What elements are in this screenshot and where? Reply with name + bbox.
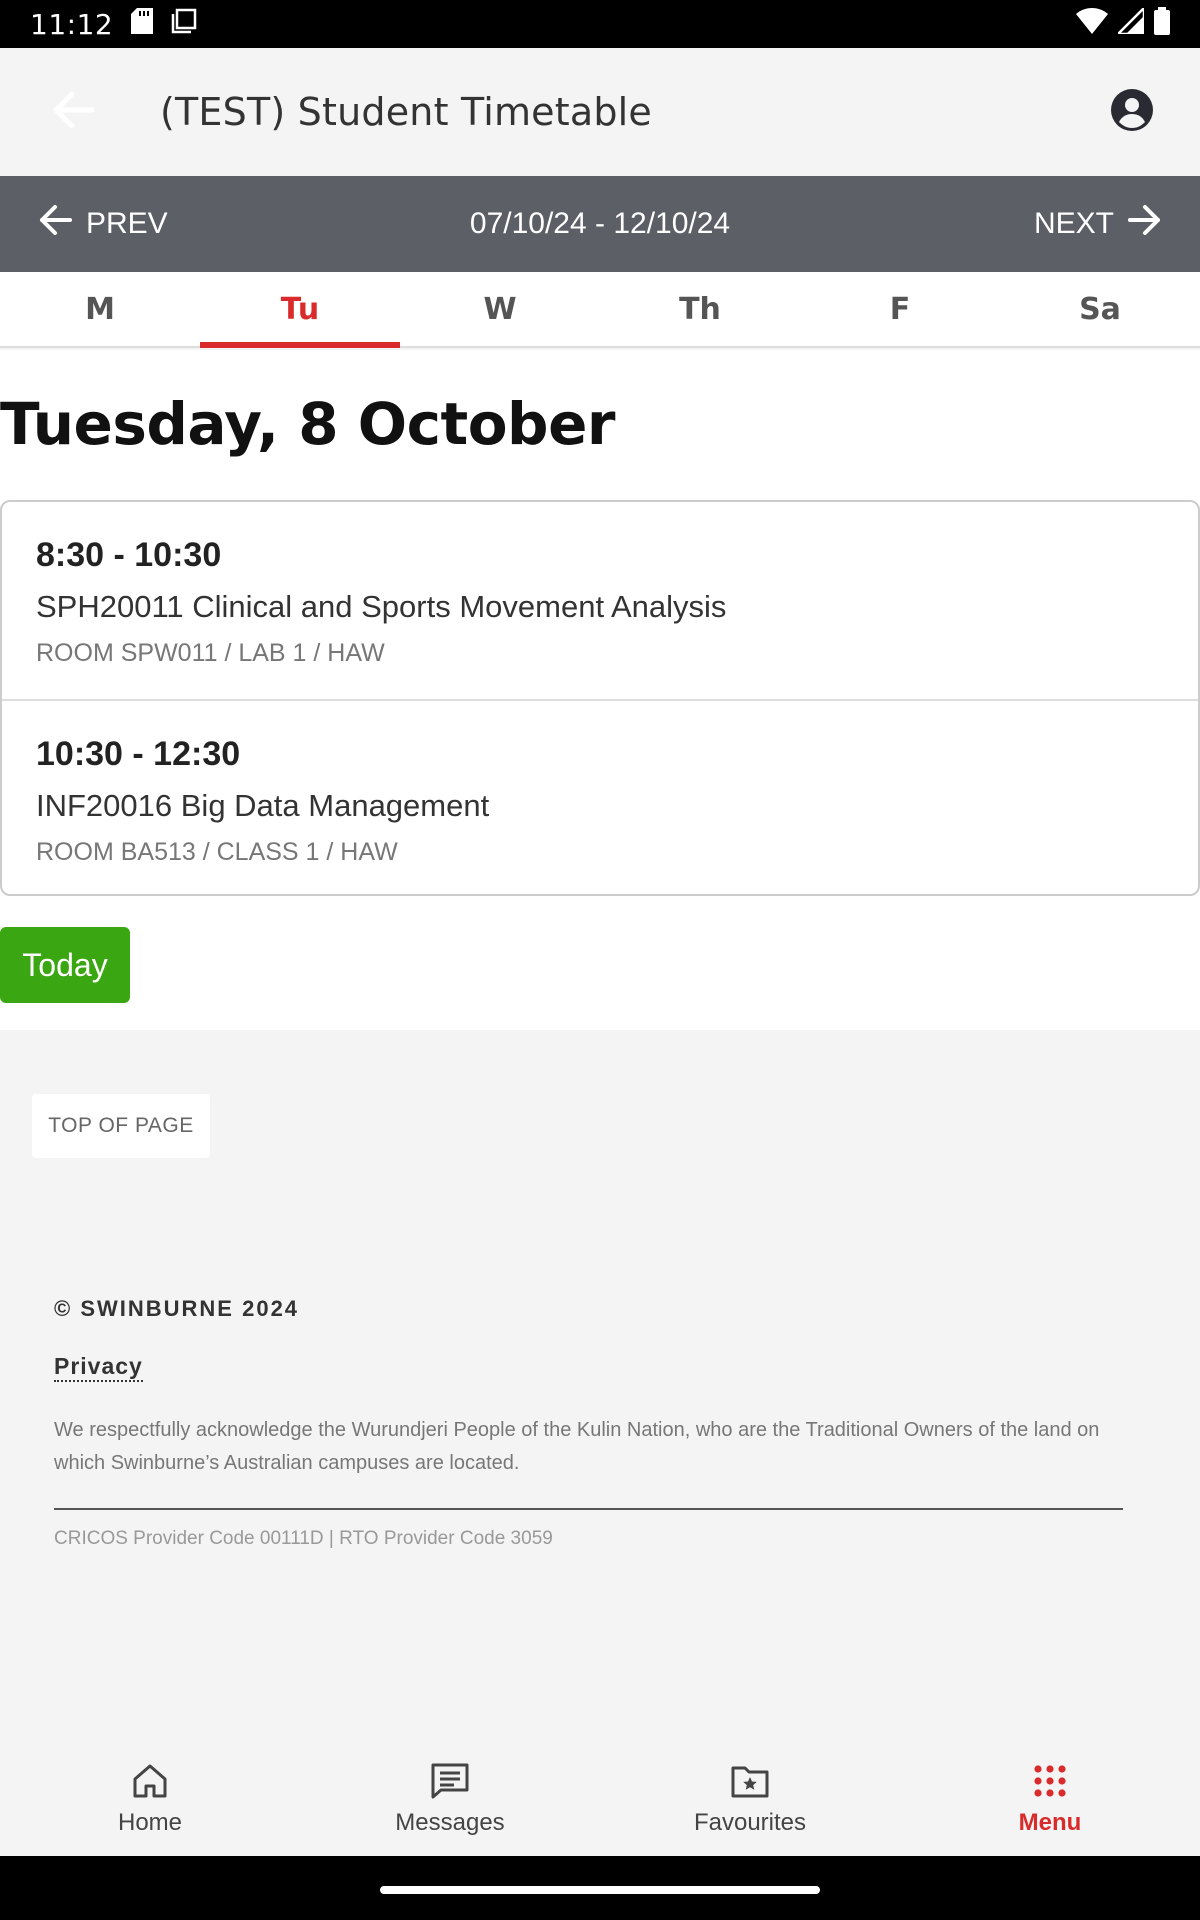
footer: TOP OF PAGE © SWINBURNE 2024 Privacy We … [0,1030,1200,1750]
back-button[interactable] [32,72,112,152]
today-button[interactable]: Today [0,927,130,1003]
timetable-content: Tuesday, 8 October 8:30 - 10:30 SPH20011… [0,350,1200,1030]
top-of-page-button[interactable]: TOP OF PAGE [32,1094,210,1158]
sd-card-icon [131,7,154,41]
session-list: 8:30 - 10:30 SPH20011 Clinical and Sport… [0,500,1200,896]
nav-favourites-label: Favourites [693,1809,807,1836]
session-title: INF20016 Big Data Management [36,788,490,823]
nav-favourites[interactable]: Favourites [600,1740,900,1856]
status-bar: 11:12 [0,0,1200,48]
nav-messages-label: Messages [395,1809,505,1836]
arrow-right-icon [1128,204,1162,244]
tab-wednesday[interactable]: W [400,272,600,346]
nav-home[interactable]: Home [0,1740,300,1856]
prev-week-button[interactable]: PREV [38,204,168,244]
session-title: SPH20011 Clinical and Sports Movement An… [36,589,727,624]
prev-week-label: PREV [86,207,168,240]
tab-saturday[interactable]: Sa [1000,272,1200,346]
tab-friday[interactable]: F [800,272,1000,346]
app-bar: (TEST) Student Timetable [0,48,1200,176]
session-time: 8:30 - 10:30 [36,536,222,574]
tab-tuesday[interactable]: Tu [200,272,400,348]
copyright-text: © SWINBURNE 2024 [54,1296,300,1321]
battery-icon [1154,6,1170,42]
home-icon [128,1759,172,1803]
gesture-handle[interactable] [380,1886,820,1894]
wifi-icon [1076,7,1108,41]
session-item[interactable]: 10:30 - 12:30 INF20016 Big Data Manageme… [2,699,1198,896]
nav-menu-label: Menu [1018,1809,1082,1836]
favourites-icon [728,1759,772,1803]
tab-monday[interactable]: M [0,272,200,346]
account-icon [1111,88,1153,136]
tab-thursday[interactable]: Th [600,272,800,346]
day-heading: Tuesday, 8 October [0,390,616,458]
week-range: 07/10/24 - 12/10/24 [469,207,731,240]
account-button[interactable] [1104,84,1160,140]
page-title: (TEST) Student Timetable [160,90,652,134]
session-item[interactable]: 8:30 - 10:30 SPH20011 Clinical and Sport… [2,502,1198,699]
footer-divider [54,1508,1123,1510]
gesture-bar [0,1856,1200,1920]
session-room: ROOM BA513 / CLASS 1 / HAW [36,838,398,866]
menu-grid-icon [1028,1759,1072,1803]
nav-home-label: Home [117,1809,183,1836]
session-time: 10:30 - 12:30 [36,735,241,773]
arrow-left-icon [38,204,72,244]
day-tabs: M Tu W Th F Sa [0,272,1200,348]
nav-messages[interactable]: Messages [300,1740,600,1856]
cricos-text: CRICOS Provider Code 00111D | RTO Provid… [54,1528,553,1549]
signal-icon [1114,4,1146,41]
screenshot-icon [171,8,197,41]
status-time: 11:12 [30,7,114,41]
next-week-label: NEXT [1033,207,1114,240]
week-navigation: PREV 07/10/24 - 12/10/24 NEXT [0,176,1200,272]
messages-icon [428,1759,472,1803]
bottom-navigation: Home Messages Favourites Menu [0,1740,1200,1856]
session-room: ROOM SPW011 / LAB 1 / HAW [36,639,385,667]
privacy-link[interactable]: Privacy [54,1352,143,1382]
nav-menu[interactable]: Menu [900,1740,1200,1856]
next-week-button[interactable]: NEXT [1034,204,1162,244]
arrow-left-icon [50,90,95,135]
acknowledgement-text: We respectfully acknowledge the Wurundje… [54,1419,1100,1474]
